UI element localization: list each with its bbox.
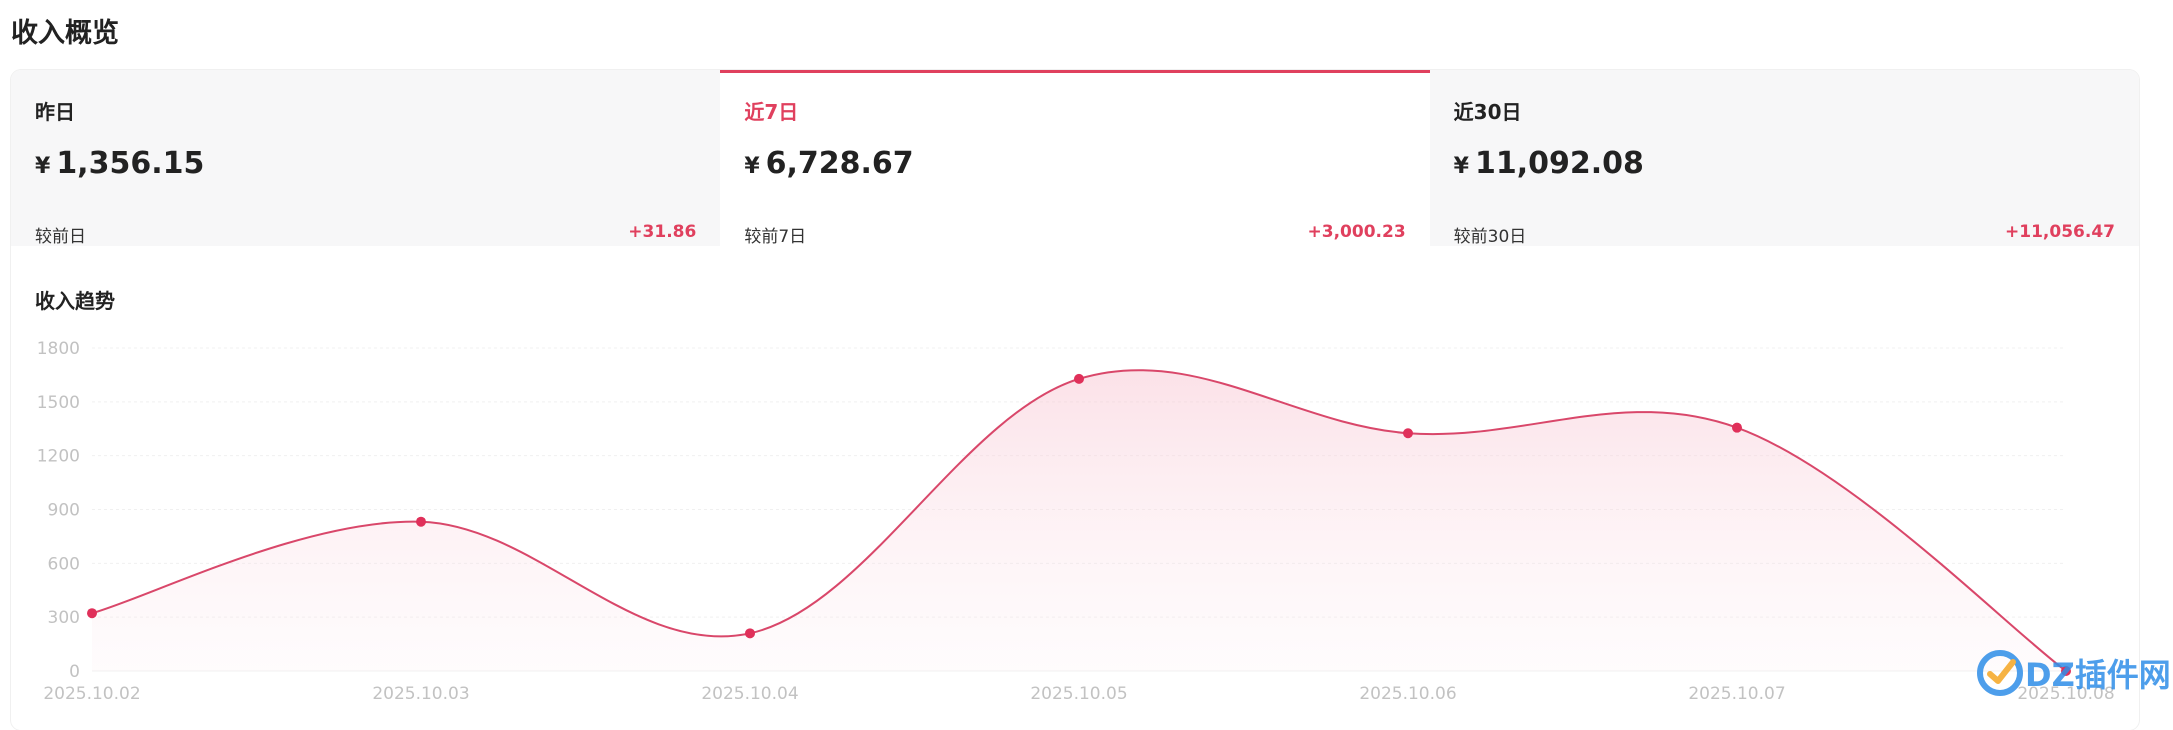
y-axis-tick-labels: 0 300 600 900 1200 1500 1800 (37, 339, 80, 682)
y-tick-label: 300 (48, 608, 80, 628)
series-area-fill (92, 370, 2066, 671)
x-axis-tick-labels: 2025.10.02 2025.10.03 2025.10.04 2025.10.05… (43, 684, 2114, 704)
data-point[interactable] (1403, 428, 1413, 439)
data-point[interactable] (416, 516, 426, 527)
y-tick-label: 1800 (37, 339, 80, 359)
watermark: DZ插件网 (1975, 648, 2171, 698)
y-tick-label: 1500 (37, 393, 80, 413)
income-trend-chart: 0300600900120015001800 2025.10.02 2025.10… (37, 339, 2115, 704)
x-tick-label: 2025.10.06 (1359, 684, 1456, 704)
data-point[interactable] (1074, 373, 1084, 384)
x-tick-label: 2025.10.03 (372, 684, 469, 704)
y-tick-label: 900 (48, 501, 80, 521)
data-point[interactable] (1732, 422, 1742, 433)
y-tick-label: 1200 (37, 447, 80, 467)
check-logo-icon (1977, 650, 2023, 696)
data-point[interactable] (87, 608, 97, 619)
x-tick-label: 2025.10.04 (701, 684, 798, 704)
watermark-text: DZ插件网 (2025, 656, 2171, 694)
x-tick-label: 2025.10.07 (1688, 684, 1785, 704)
data-point[interactable] (745, 628, 755, 639)
x-tick-label: 2025.10.05 (1030, 684, 1127, 704)
y-tick-label: 600 (48, 554, 80, 574)
y-tick-label: 0 (69, 662, 80, 682)
x-tick-label: 2025.10.02 (43, 684, 140, 704)
